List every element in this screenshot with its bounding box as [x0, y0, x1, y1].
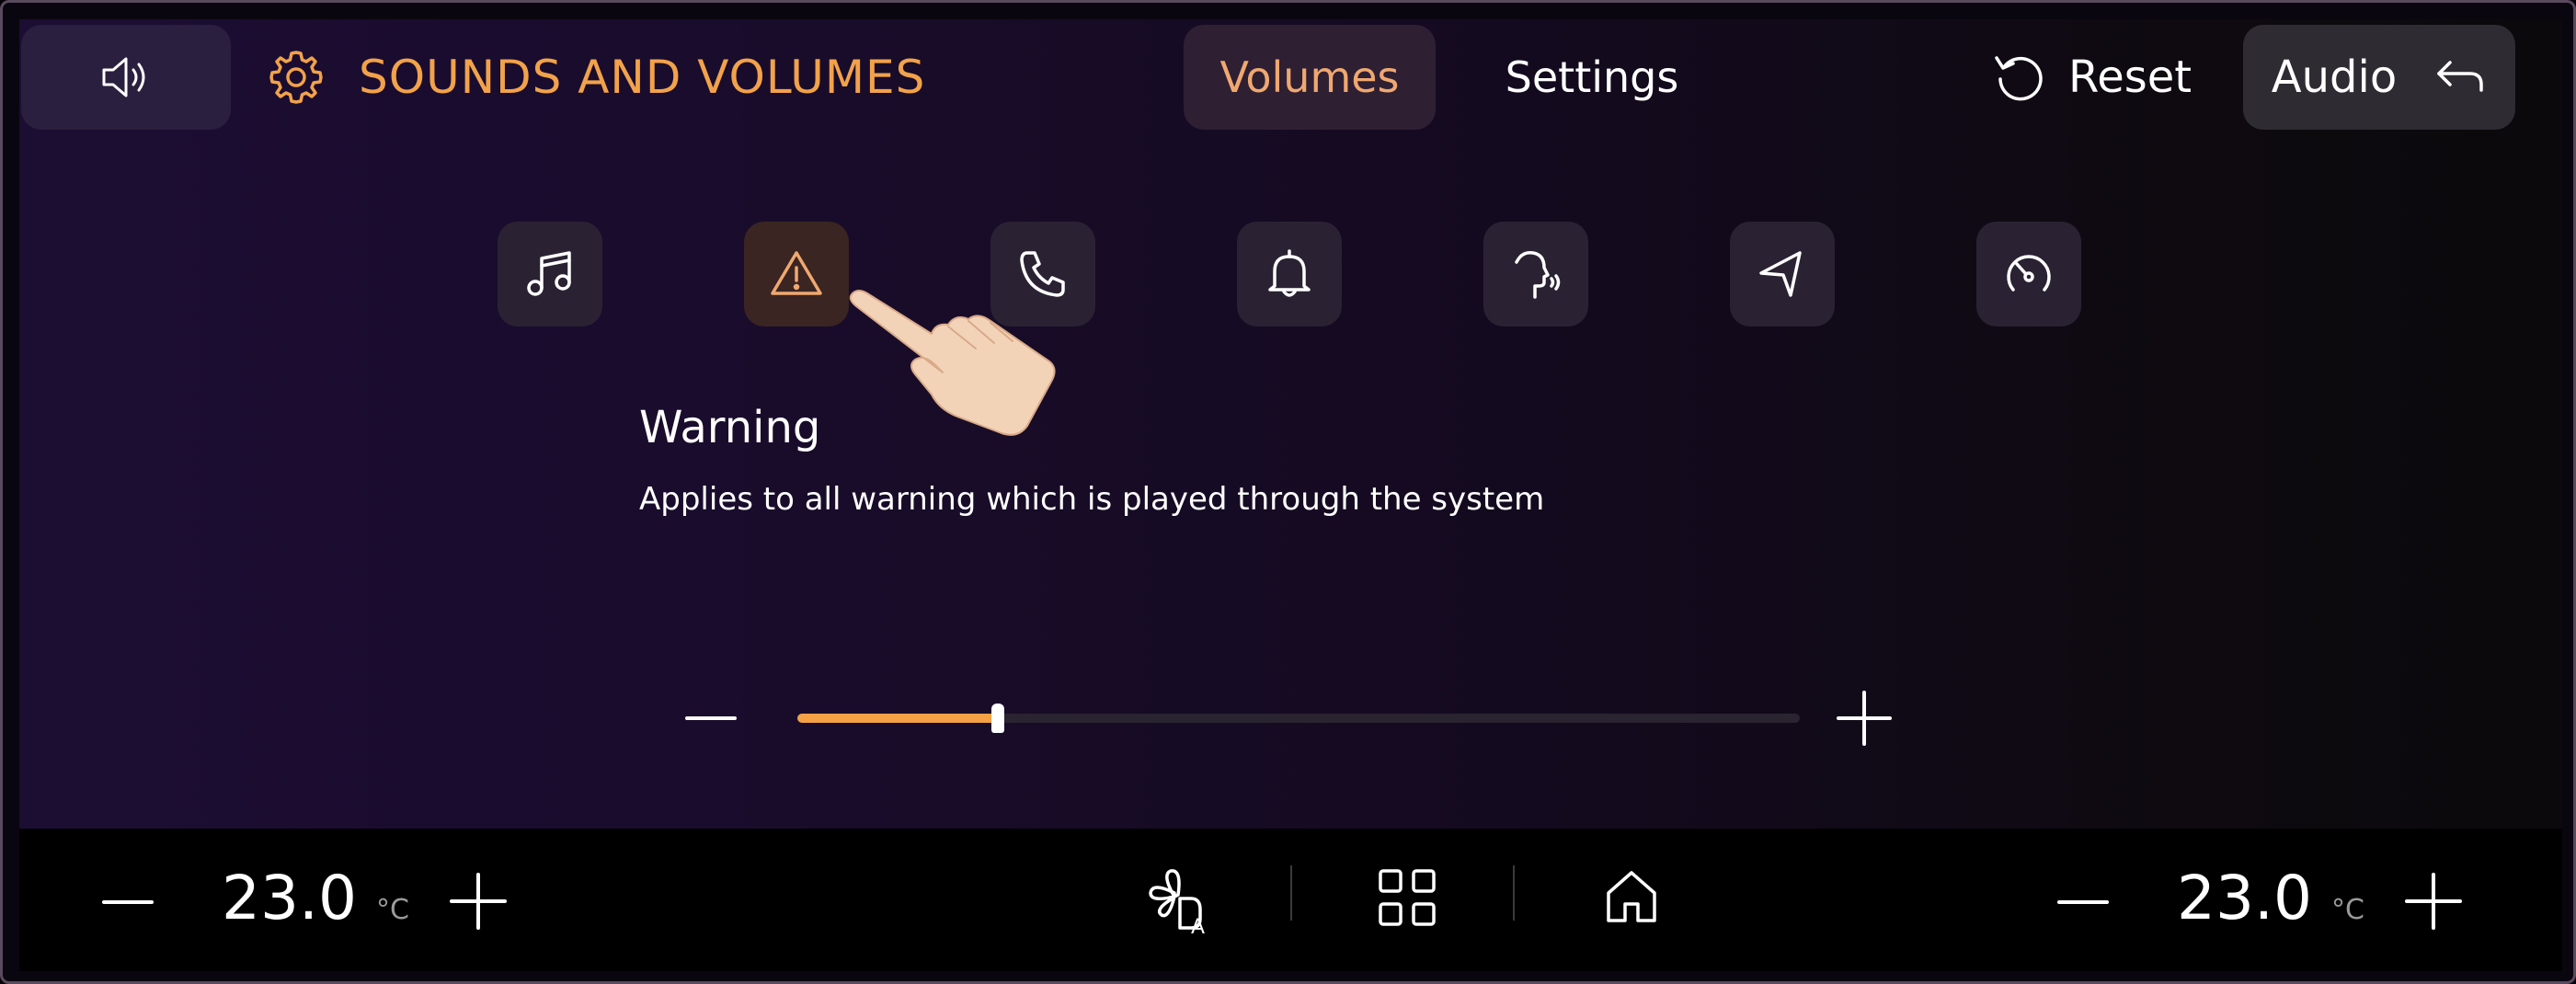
navigation-icon [1759, 251, 1802, 297]
category-notifications[interactable] [1237, 222, 1342, 326]
volume-increase-button[interactable] [1835, 689, 1894, 748]
page-title: SOUNDS AND VOLUMES [359, 51, 926, 104]
svg-text:A: A [1191, 916, 1205, 939]
tab-settings[interactable]: Settings [1454, 25, 1730, 130]
volume-slider-thumb[interactable] [991, 704, 1004, 733]
volume-decrease-button[interactable] [683, 691, 738, 746]
tab-volumes[interactable]: Volumes [1184, 25, 1436, 130]
app-grid-icon[interactable] [1377, 867, 1437, 928]
fan-auto-icon[interactable]: A [1143, 865, 1217, 939]
infotainment-frame: SOUNDS AND VOLUMES Volumes Settings Rese… [0, 0, 2576, 984]
category-warning[interactable] [744, 222, 849, 326]
category-navigation[interactable] [1730, 222, 1835, 326]
reset-button[interactable]: Reset [1991, 25, 2192, 130]
sounds-and-volumes-screen: SOUNDS AND VOLUMES Volumes Settings Rese… [19, 19, 2562, 829]
audio-back-button[interactable]: Audio [2243, 25, 2515, 130]
bar-divider [1513, 865, 1515, 921]
back-arrow-icon [2437, 61, 2483, 92]
speaker-button[interactable] [21, 25, 231, 130]
bell-icon [1268, 249, 1311, 297]
reset-label: Reset [2068, 51, 2192, 103]
climate-bar: 23.0 °C A 23.0 °C [19, 829, 2562, 971]
section-description: Applies to all warning which is played t… [639, 481, 1545, 518]
right-temp-increase-button[interactable] [2403, 871, 2464, 932]
right-temperature-value: 23.0 [2177, 863, 2312, 933]
volume-slider-fill [797, 714, 998, 723]
warning-icon [771, 251, 822, 295]
music-note-icon [527, 251, 571, 296]
left-temperature-unit: °C [375, 894, 409, 926]
right-temperature: 23.0 °C [2177, 862, 2364, 947]
gear-icon [269, 51, 323, 104]
home-icon[interactable] [1601, 867, 1662, 928]
left-temperature-value: 23.0 [222, 863, 357, 933]
section-title: Warning [639, 402, 821, 453]
category-music[interactable] [498, 222, 602, 326]
voice-assistant-icon [1515, 250, 1561, 299]
category-voice[interactable] [1483, 222, 1588, 326]
category-speed[interactable] [1976, 222, 2081, 326]
pointing-hand-icon [849, 290, 1056, 436]
right-temperature-unit: °C [2330, 894, 2364, 926]
left-temperature: 23.0 °C [222, 862, 409, 947]
speaker-icon [102, 57, 145, 97]
left-temp-increase-button[interactable] [448, 871, 509, 932]
audio-label: Audio [2271, 51, 2398, 103]
bar-divider [1290, 865, 1292, 921]
volume-slider[interactable] [797, 704, 1800, 733]
left-temp-decrease-button[interactable] [98, 873, 157, 932]
right-temp-decrease-button[interactable] [2054, 873, 2112, 932]
speedometer-icon [2007, 255, 2051, 292]
reset-icon [1995, 56, 2043, 101]
